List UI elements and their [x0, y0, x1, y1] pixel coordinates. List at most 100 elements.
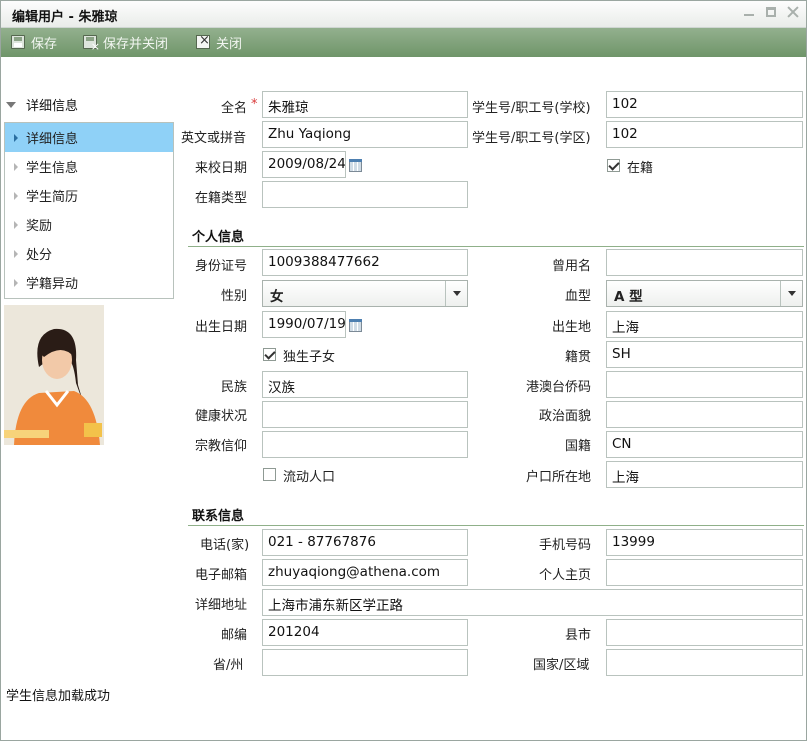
arrow-right-icon	[14, 220, 18, 229]
nav-item-label: 奖励	[26, 219, 53, 234]
english-name-field[interactable]: Zhu Yaqiong	[262, 121, 468, 148]
religion-label: 宗教信仰	[195, 439, 248, 454]
close-window-icon[interactable]	[786, 5, 800, 19]
arrow-right-icon	[14, 133, 18, 142]
id-number-field[interactable]: 1009388477662	[262, 249, 468, 276]
save-close-button[interactable]: 保存并关闭	[83, 33, 169, 53]
title-bar: 编辑用户 - 朱雅琼	[1, 1, 806, 28]
only-child-checkbox[interactable]	[263, 348, 276, 361]
nav-item-punishment[interactable]: 处分	[5, 239, 173, 268]
edit-user-window: 编辑用户 - 朱雅琼 保存 保存并关闭 关闭 详细信息 详细信息	[0, 0, 807, 741]
student-photo-image	[4, 305, 104, 445]
sid-district-field[interactable]: 102	[606, 121, 803, 148]
required-marker: *	[251, 97, 258, 112]
religion-field[interactable]	[262, 431, 468, 458]
close-label: 关闭	[216, 36, 243, 52]
political-label: 政治面貌	[539, 409, 592, 424]
county-field[interactable]	[606, 619, 803, 646]
province-field[interactable]	[262, 649, 468, 676]
province-label: 省/州	[213, 658, 244, 673]
nav-item-label: 学生简历	[26, 190, 79, 205]
country-label: 国家/区域	[533, 658, 590, 673]
gender-select[interactable]: 女	[262, 280, 468, 307]
arrow-right-icon	[14, 278, 18, 287]
blood-type-value: A 型	[614, 289, 643, 305]
status-message: 学生信息加载成功	[6, 689, 111, 704]
student-photo[interactable]	[4, 305, 104, 445]
home-phone-field[interactable]: 021 - 87767876	[262, 529, 468, 556]
arrive-date-field[interactable]: 2009/08/24	[262, 151, 346, 178]
save-close-label: 保存并关闭	[103, 36, 169, 52]
native-place-field[interactable]: SH	[606, 341, 803, 368]
close-icon	[196, 33, 210, 49]
blood-type-label: 血型	[565, 289, 592, 304]
collapse-arrow-icon	[6, 101, 16, 108]
nav-item-details[interactable]: 详细信息	[5, 123, 173, 152]
country-field[interactable]	[606, 649, 803, 676]
contact-info-section: 联系信息	[188, 502, 804, 526]
nav-item-label: 学生信息	[26, 161, 79, 176]
nav-header[interactable]: 详细信息	[6, 95, 78, 114]
home-phone-label: 电话(家)	[200, 538, 250, 553]
arrow-right-icon	[14, 249, 18, 258]
birthplace-label: 出生地	[552, 320, 592, 335]
personal-info-section: 个人信息	[188, 223, 804, 247]
nav-item-status-change[interactable]: 学籍异动	[5, 268, 173, 297]
floating-pop-label: 流动人口	[283, 470, 336, 485]
sid-school-label: 学生号/职工号(学校)	[472, 101, 591, 116]
hukou-label: 户口所在地	[526, 470, 592, 485]
id-number-label: 身份证号	[195, 259, 248, 274]
full-name-field[interactable]: 朱雅琼	[262, 91, 468, 118]
gender-value: 女	[270, 289, 284, 305]
address-field[interactable]: 上海市浦东新区学正路	[262, 589, 803, 616]
maximize-icon[interactable]	[764, 5, 778, 19]
political-field[interactable]	[606, 401, 803, 428]
save-button[interactable]: 保存	[11, 33, 57, 52]
hukou-field[interactable]: 上海	[606, 461, 803, 488]
health-field[interactable]	[262, 401, 468, 428]
email-field[interactable]: zhuyaqiong@athena.com	[262, 559, 468, 586]
sid-district-label: 学生号/职工号(学区)	[472, 131, 591, 146]
arrive-date-label: 来校日期	[195, 161, 248, 176]
zip-field[interactable]: 201204	[262, 619, 468, 646]
status-type-label: 在籍类型	[195, 191, 248, 206]
mobile-label: 手机号码	[539, 538, 592, 553]
nav-item-resume[interactable]: 学生简历	[5, 181, 173, 210]
status-type-field[interactable]	[262, 181, 468, 208]
minimize-icon[interactable]	[742, 5, 756, 19]
dropdown-arrow-icon[interactable]	[780, 281, 802, 306]
birth-date-field[interactable]: 1990/07/19	[262, 311, 346, 338]
nav-item-awards[interactable]: 奖励	[5, 210, 173, 239]
dropdown-arrow-icon[interactable]	[445, 281, 467, 306]
nav-item-label: 处分	[26, 248, 53, 263]
calendar-icon[interactable]	[349, 159, 362, 172]
birthplace-field[interactable]: 上海	[606, 311, 803, 338]
nationality-field[interactable]: CN	[606, 431, 803, 458]
enrolled-checkbox[interactable]	[607, 159, 620, 172]
nav-item-student-info[interactable]: 学生信息	[5, 152, 173, 181]
english-name-label: 英文或拼音	[181, 131, 247, 146]
window-controls	[742, 5, 800, 19]
sid-school-field[interactable]: 102	[606, 91, 803, 118]
enrolled-label: 在籍	[627, 161, 654, 176]
address-label: 详细地址	[195, 598, 248, 613]
birth-date-label: 出生日期	[195, 320, 248, 335]
nav-item-label: 学籍异动	[26, 277, 79, 292]
close-button[interactable]: 关闭	[196, 33, 243, 52]
native-place-label: 籍贯	[565, 350, 592, 365]
nav-header-label: 详细信息	[26, 99, 79, 114]
homepage-label: 个人主页	[539, 568, 592, 583]
ethnic-field[interactable]: 汉族	[262, 371, 468, 398]
homepage-field[interactable]	[606, 559, 803, 586]
ethnic-label: 民族	[221, 380, 248, 395]
health-label: 健康状况	[195, 409, 248, 424]
blood-type-select[interactable]: A 型	[606, 280, 803, 307]
calendar-icon[interactable]	[349, 319, 362, 332]
floating-pop-checkbox[interactable]	[263, 468, 276, 481]
overseas-code-field[interactable]	[606, 371, 803, 398]
former-name-field[interactable]	[606, 249, 803, 276]
only-child-label: 独生子女	[283, 350, 336, 365]
mobile-field[interactable]: 13999	[606, 529, 803, 556]
zip-label: 邮编	[221, 628, 248, 643]
full-name-label: 全名	[221, 101, 248, 116]
